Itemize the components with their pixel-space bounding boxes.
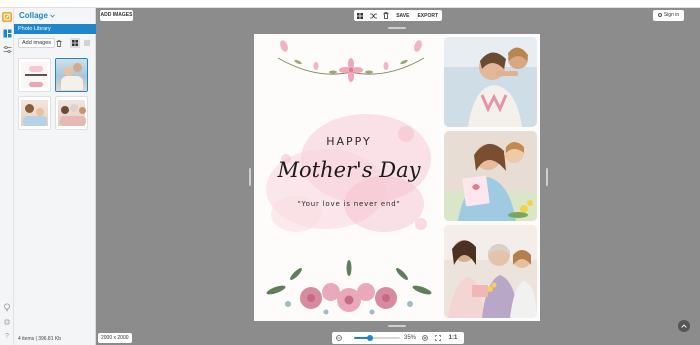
sign-in-label: Sign in [663,12,680,18]
zoom-out-icon[interactable] [334,332,344,344]
library-thumbnail-card[interactable] [18,58,51,92]
fit-screen-icon[interactable] [433,332,443,344]
list-view-icon[interactable] [82,38,92,48]
layout-grid-icon[interactable] [2,28,12,38]
app-logo-icon[interactable] [2,12,12,22]
zoom-slider-knob[interactable] [367,335,374,341]
floral-bouquet-bottom [266,260,432,315]
zoom-slider[interactable] [354,335,400,341]
library-thumbnail-mother-child[interactable] [18,96,51,130]
card-title: Mother's Day [277,158,421,182]
chevron-up-icon [681,324,687,328]
app-title[interactable]: Collage [19,11,55,20]
card-quote: "Your love is never end" [297,200,401,208]
trash-toolbar-icon[interactable] [379,10,392,21]
icon-rail: ? [0,8,14,345]
top-strip [0,0,700,8]
save-button[interactable]: SAVE [392,13,413,19]
add-images-top-button[interactable]: ADD IMAGES [100,10,133,21]
collage-canvas[interactable]: HAPPY Mother's Day "Your love is never e… [254,34,540,321]
chevron-down-icon [50,14,55,18]
library-thumbnail-family[interactable] [55,96,88,130]
collage-photo-1[interactable] [444,37,537,127]
lightbulb-icon[interactable] [2,302,12,312]
layout-icon[interactable] [354,10,367,21]
app-title-text: Collage [19,11,48,20]
canvas-dimensions: 2000 x 2000 [98,333,132,343]
add-images-button[interactable]: Add images [18,38,56,48]
zoom-controls: 35% 1:1 [332,332,464,344]
actual-size-button[interactable]: 1:1 [446,332,460,344]
collage-photo-2[interactable] [444,131,537,221]
library-thumbnail-mother-daughter[interactable] [55,58,88,92]
left-resize-handle[interactable] [249,168,251,186]
collapse-icon[interactable] [2,317,12,327]
help-icon[interactable]: ? [2,331,12,341]
zoom-level: 35% [403,335,416,341]
sliders-icon[interactable] [2,44,12,54]
main-toolbar: SAVE EXPORT [354,10,442,21]
canvas-workspace: ADD IMAGES SAVE EXPORT Sign in HAPPY Mot… [96,8,700,345]
photo-library-tab[interactable]: Photo Library [14,24,96,34]
library-toolbar: Add images [14,37,96,49]
collage-photo-3[interactable] [444,225,537,318]
grid-view-icon[interactable] [70,38,80,48]
shuffle-icon[interactable] [367,10,380,21]
right-resize-handle[interactable] [546,168,548,186]
zoom-in-icon[interactable] [420,332,430,344]
trash-icon[interactable] [54,38,64,48]
photo-library-panel: Collage Photo Library Add images 4 items… [14,8,96,345]
card-happy-text: HAPPY [326,135,372,148]
floral-garland-top [277,40,425,82]
library-summary: 4 items | 396.81 Kb [18,336,61,342]
scroll-top-button[interactable] [678,320,690,332]
bottom-resize-handle[interactable] [388,325,406,327]
sign-in-button[interactable]: Sign in [653,10,684,21]
user-icon [657,12,662,17]
export-button[interactable]: EXPORT [413,13,442,19]
top-resize-handle[interactable] [388,27,406,29]
